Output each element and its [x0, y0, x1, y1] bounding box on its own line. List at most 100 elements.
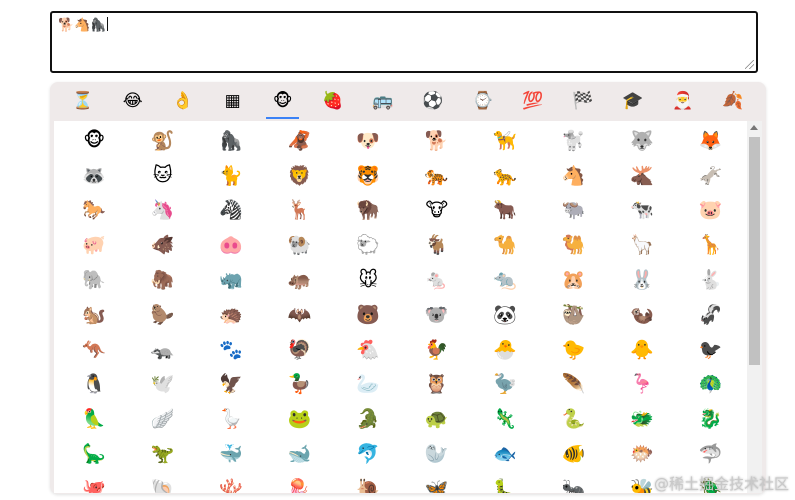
category-tab-flags[interactable]: 🏁 — [566, 86, 599, 116]
emoji-cell[interactable]: 🦈 — [677, 436, 746, 471]
category-tab-seasonal[interactable]: 🎅 — [666, 86, 699, 116]
emoji-cell[interactable]: 🐶 — [334, 123, 403, 158]
emoji-cell[interactable]: 🐛 — [471, 471, 540, 493]
emoji-cell[interactable]: 🐗 — [129, 227, 198, 262]
emoji-cell[interactable]: 🦎 — [471, 401, 540, 436]
emoji-cell[interactable]: 🐃 — [540, 193, 609, 228]
emoji-cell[interactable]: 🦦 — [608, 297, 677, 332]
scrollbar[interactable] — [747, 121, 762, 493]
emoji-cell[interactable]: 🐅 — [403, 158, 472, 193]
emoji-cell[interactable]: 🐼 — [471, 297, 540, 332]
emoji-cell[interactable]: 🐌 — [334, 471, 403, 493]
emoji-cell[interactable]: 🪼 — [266, 471, 335, 493]
emoji-cell[interactable]: 🐬 — [334, 436, 403, 471]
emoji-cell[interactable]: 🐸 — [266, 401, 335, 436]
emoji-cell[interactable]: 🦙 — [608, 227, 677, 262]
emoji-cell[interactable]: 🦜 — [60, 401, 129, 436]
emoji-textarea[interactable]: 🐕🐴🦍 — [50, 11, 758, 73]
emoji-cell[interactable]: 🐕 — [403, 123, 472, 158]
emoji-cell[interactable]: 🐎 — [60, 193, 129, 228]
emoji-cell[interactable]: 🐻 — [334, 297, 403, 332]
emoji-cell[interactable]: 🐪 — [471, 227, 540, 262]
emoji-cell[interactable]: 🐚 — [129, 471, 198, 493]
emoji-cell[interactable]: 🪸 — [197, 471, 266, 493]
emoji-cell[interactable]: 🦡 — [129, 332, 198, 367]
emoji-cell[interactable]: 🐡 — [608, 436, 677, 471]
emoji-cell[interactable]: 🦭 — [403, 436, 472, 471]
emoji-cell[interactable]: 🐂 — [471, 193, 540, 228]
emoji-cell[interactable]: 🦩 — [608, 367, 677, 402]
emoji-cell[interactable]: 🦇 — [266, 297, 335, 332]
emoji-cell[interactable]: 🐆 — [471, 158, 540, 193]
category-tab-animals[interactable]: 🐵 — [266, 86, 300, 119]
emoji-cell[interactable]: 🐨 — [403, 297, 472, 332]
emoji-cell[interactable]: 🐘 — [60, 262, 129, 297]
emoji-cell[interactable]: 🐍 — [540, 401, 609, 436]
emoji-cell[interactable]: 🐀 — [471, 262, 540, 297]
emoji-cell[interactable]: 🐑 — [334, 227, 403, 262]
emoji-cell[interactable]: 🦉 — [403, 367, 472, 402]
emoji-cell[interactable]: 🐴 — [540, 158, 609, 193]
emoji-cell[interactable]: 🐓 — [403, 332, 472, 367]
emoji-cell[interactable]: 🐯 — [334, 158, 403, 193]
category-tab-food[interactable]: 🍓 — [316, 86, 349, 116]
emoji-cell[interactable]: 🦋 — [403, 471, 472, 493]
emoji-cell[interactable]: 🦁 — [266, 158, 335, 193]
emoji-cell[interactable]: 🪽 — [129, 401, 198, 436]
emoji-cell[interactable]: 🐄 — [608, 193, 677, 228]
category-tab-people[interactable]: 👌 — [166, 86, 199, 116]
category-tab-symbols[interactable]: 💯 — [516, 86, 549, 116]
category-tab-objects[interactable]: ⌚ — [466, 86, 499, 116]
category-tab-symbols-grid[interactable]: ▦ — [216, 86, 249, 116]
emoji-cell[interactable]: 🦛 — [266, 262, 335, 297]
emoji-cell[interactable]: 🦤 — [471, 367, 540, 402]
emoji-cell[interactable]: 🦫 — [129, 297, 198, 332]
emoji-cell[interactable]: 🐱 — [129, 158, 198, 193]
emoji-cell[interactable]: 🐖 — [60, 227, 129, 262]
emoji-cell[interactable]: 🐹 — [540, 262, 609, 297]
emoji-cell[interactable]: 🐰 — [608, 262, 677, 297]
emoji-cell[interactable]: 🪶 — [540, 367, 609, 402]
emoji-cell[interactable]: 🦃 — [266, 332, 335, 367]
emoji-cell[interactable]: 🦚 — [677, 367, 746, 402]
emoji-cell[interactable]: 🐽 — [197, 227, 266, 262]
emoji-cell[interactable]: 🐐 — [403, 227, 472, 262]
emoji-cell[interactable]: 🐜 — [540, 471, 609, 493]
scrollbar-thumb[interactable] — [749, 137, 760, 365]
emoji-cell[interactable]: 🐩 — [540, 123, 609, 158]
category-tab-travel[interactable]: 🚌 — [366, 86, 399, 116]
emoji-cell[interactable]: 🐿️ — [60, 297, 129, 332]
emoji-cell[interactable]: 🦧 — [266, 123, 335, 158]
emoji-cell[interactable]: 🦒 — [677, 227, 746, 262]
emoji-cell[interactable]: 🦥 — [540, 297, 609, 332]
emoji-cell[interactable]: 🐮 — [403, 193, 472, 228]
emoji-cell[interactable]: 🪿 — [197, 401, 266, 436]
emoji-cell[interactable]: 🐧 — [60, 367, 129, 402]
emoji-cell[interactable]: 🦮 — [471, 123, 540, 158]
emoji-cell[interactable]: 🦌 — [266, 193, 335, 228]
emoji-cell[interactable]: 🦖 — [129, 436, 198, 471]
emoji-cell[interactable]: 🐵 — [60, 123, 129, 158]
emoji-cell[interactable]: 🐁 — [403, 262, 472, 297]
category-tab-recent[interactable]: ⏳ — [66, 86, 99, 116]
emoji-cell[interactable]: 🐇 — [677, 262, 746, 297]
emoji-cell[interactable]: 🐣 — [471, 332, 540, 367]
emoji-cell[interactable]: 🦏 — [197, 262, 266, 297]
emoji-cell[interactable]: 🐫 — [540, 227, 609, 262]
emoji-cell[interactable]: 🦕 — [60, 436, 129, 471]
emoji-cell[interactable]: 🦬 — [334, 193, 403, 228]
emoji-cell[interactable]: 🐈 — [197, 158, 266, 193]
emoji-cell[interactable]: 🦢 — [334, 367, 403, 402]
emoji-cell[interactable]: 🐟 — [471, 436, 540, 471]
emoji-cell[interactable]: 🐺 — [608, 123, 677, 158]
emoji-cell[interactable]: 🦣 — [129, 262, 198, 297]
emoji-cell[interactable]: 🦄 — [129, 193, 198, 228]
category-tab-nature[interactable]: 🍂 — [716, 86, 749, 116]
emoji-cell[interactable]: 🦊 — [677, 123, 746, 158]
emoji-cell[interactable]: 🦨 — [677, 297, 746, 332]
emoji-cell[interactable]: 🐢 — [403, 401, 472, 436]
emoji-cell[interactable]: 🦘 — [60, 332, 129, 367]
emoji-cell[interactable]: 🐏 — [266, 227, 335, 262]
emoji-cell[interactable]: 🐙 — [60, 471, 129, 493]
emoji-cell[interactable]: 🐒 — [129, 123, 198, 158]
